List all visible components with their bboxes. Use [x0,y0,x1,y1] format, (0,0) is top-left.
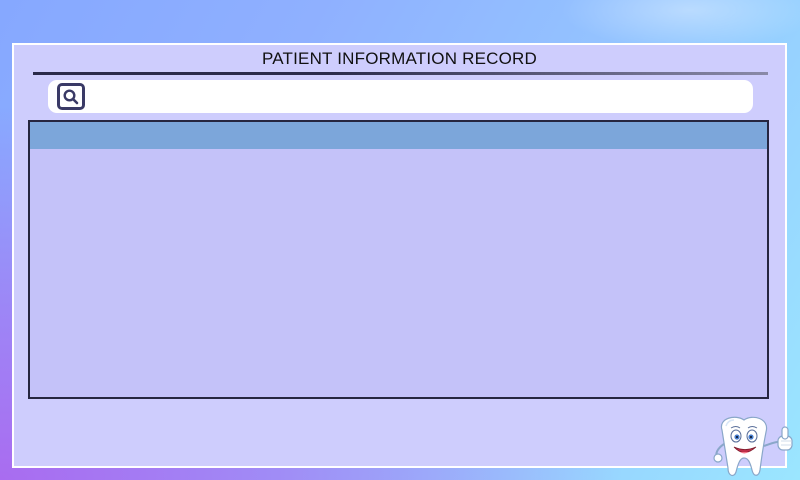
search-bar [48,80,753,113]
search-icon [63,88,79,104]
table-body[interactable] [30,149,767,397]
tooth-mascot-icon [713,416,793,477]
page-title: PATIENT INFORMATION RECORD [261,49,537,68]
search-input[interactable] [96,84,744,109]
patient-table [28,120,769,399]
record-panel: PATIENT INFORMATION RECORD [12,43,787,468]
table-header [30,122,767,149]
search-button[interactable] [57,83,85,110]
title-divider [33,72,768,75]
